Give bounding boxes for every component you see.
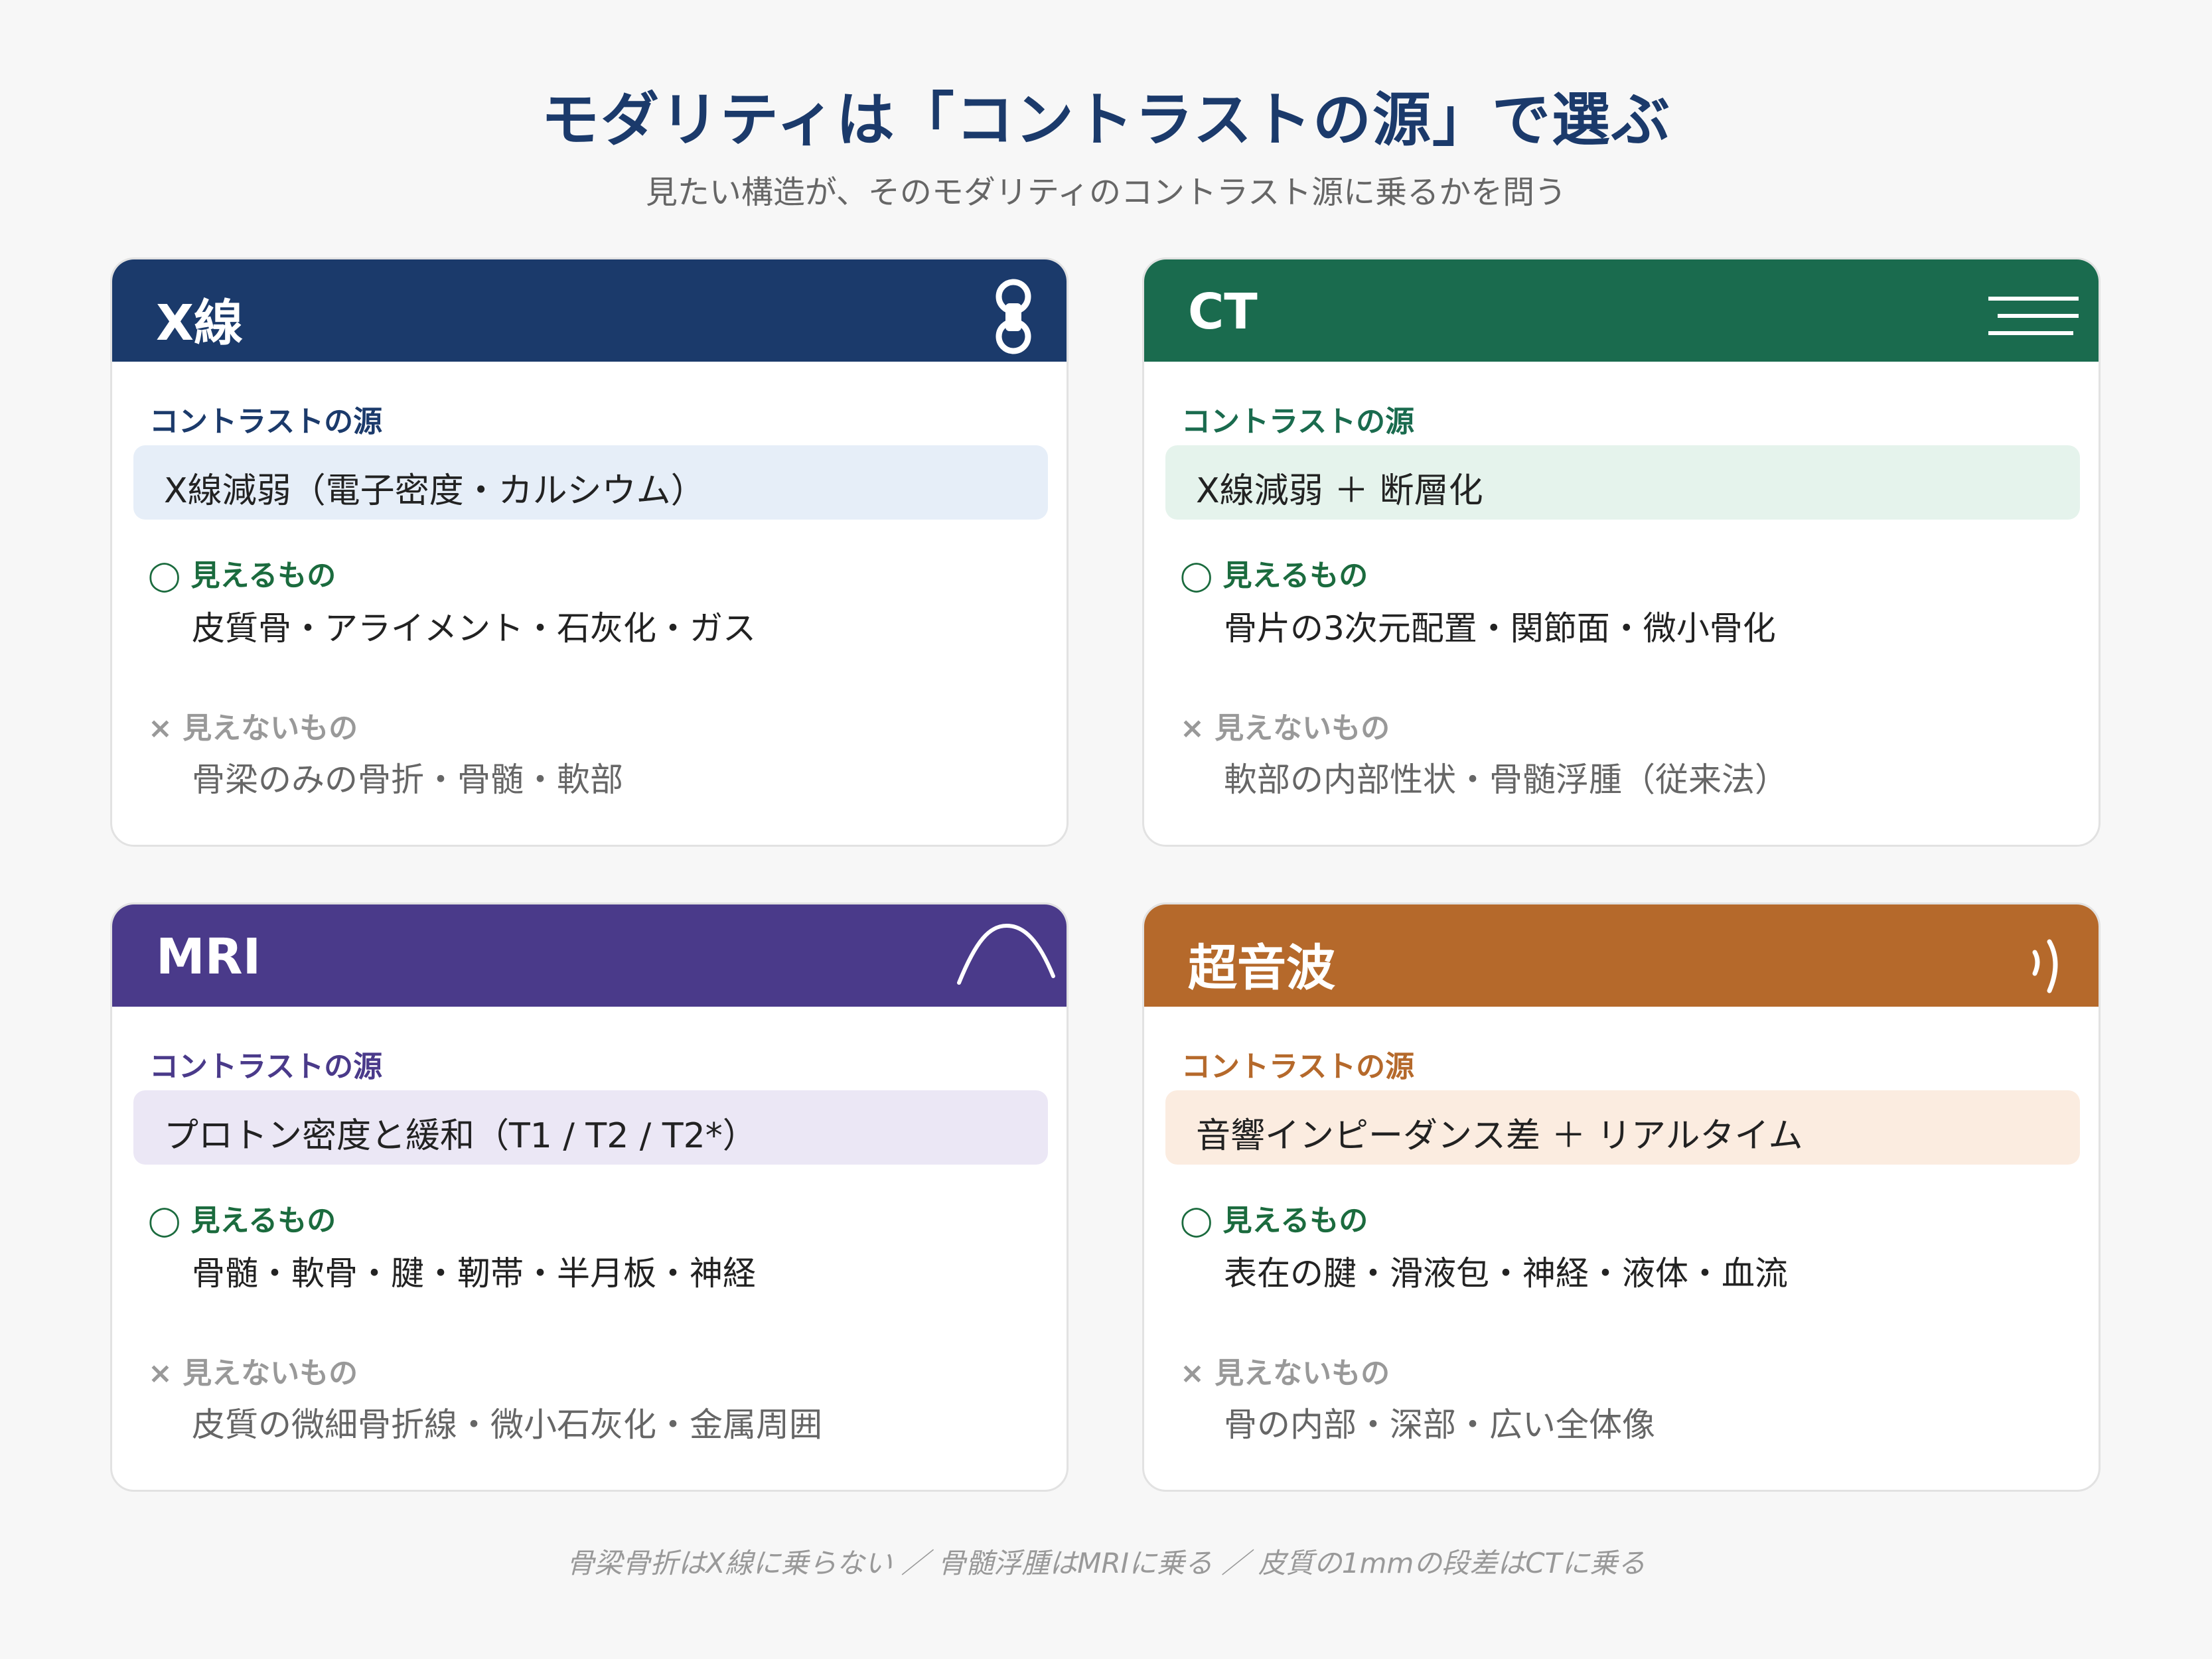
- visible-label-ct: ◯ 見えるもの: [1180, 559, 1368, 593]
- invisible-label-xray: × 見えないもの: [148, 711, 358, 745]
- invisible-label-ultrasound: × 見えないもの: [1180, 1356, 1390, 1390]
- card-header-ct: CT: [1144, 259, 2099, 362]
- source-text-mri: プロトン密度と緩和（T1 / T2 / T2*）: [164, 1116, 757, 1156]
- invisible-text-ultrasound: 骨の内部・深部・広い全体像: [1224, 1406, 1655, 1444]
- source-label-mri: コントラストの源: [149, 1050, 383, 1084]
- source-text-ct: X線減弱 ＋ 断層化: [1196, 471, 1483, 511]
- invisible-label-ct: × 見えないもの: [1180, 711, 1390, 745]
- source-box-ultrasound: 音響インピーダンス差 ＋ リアルタイム: [1165, 1090, 2080, 1165]
- visible-label-ultrasound: ◯ 見えるもの: [1180, 1204, 1368, 1238]
- visible-label-xray: ◯ 見えるもの: [148, 559, 336, 593]
- bone-icon: [995, 279, 1031, 354]
- page-subtitle: 見たい構造が、そのモダリティのコントラスト源に乗るかを問う: [645, 174, 1567, 211]
- invisible-text-mri: 皮質の微細骨折線・微小石灰化・金属周囲: [192, 1406, 822, 1444]
- sound-wave-icon: [2032, 939, 2058, 993]
- visible-text-mri: 骨髄・軟骨・腱・靭帯・半月板・神経: [192, 1254, 756, 1293]
- invisible-text-xray: 骨梁のみの骨折・骨髄・軟部: [192, 760, 623, 799]
- card-ct: CT コントラストの源 X線減弱 ＋ 断層化 ◯ 見えるもの 骨片の3次元配置・…: [1142, 257, 2101, 847]
- source-text-xray: X線減弱（電子密度・カルシウム）: [164, 471, 705, 511]
- visible-text-ultrasound: 表在の腱・滑液包・神経・液体・血流: [1224, 1254, 1788, 1293]
- card-title-mri: MRI: [156, 928, 261, 985]
- page-title: モダリティは「コントラストの源」で選ぶ: [541, 86, 1671, 154]
- visible-text-xray: 皮質骨・アライメント・石灰化・ガス: [192, 609, 756, 648]
- source-label-xray: コントラストの源: [149, 405, 383, 439]
- visible-text-ct: 骨片の3次元配置・関節面・微小骨化: [1224, 609, 1776, 648]
- footnote: 骨梁骨折はX線に乗らない ／ 骨髄浮腫はMRIに乗る ／ 皮質の1mmの段差はC…: [566, 1547, 1646, 1579]
- card-header-xray: X線: [112, 259, 1067, 362]
- visible-label-mri: ◯ 見えるもの: [148, 1204, 336, 1238]
- card-header-mri: MRI: [112, 904, 1067, 1007]
- signal-curve-icon: [957, 923, 1055, 985]
- card-title-ct: CT: [1188, 283, 1258, 340]
- card-xray: X線 コントラストの源 X線減弱（電子密度・カルシウム） ◯ 見えるもの 皮質骨…: [110, 257, 1069, 847]
- source-text-ultrasound: 音響インピーダンス差 ＋ リアルタイム: [1196, 1116, 1803, 1156]
- card-title-xray: X線: [156, 295, 244, 352]
- source-box-mri: プロトン密度と緩和（T1 / T2 / T2*）: [133, 1090, 1048, 1165]
- source-box-ct: X線減弱 ＋ 断層化: [1165, 445, 2080, 520]
- source-label-ct: コントラストの源: [1181, 405, 1415, 439]
- invisible-text-ct: 軟部の内部性状・骨髄浮腫（従来法）: [1224, 760, 1788, 799]
- slices-icon: [1988, 297, 2079, 335]
- card-header-ultrasound: 超音波: [1144, 904, 2099, 1007]
- card-mri: MRI コントラストの源 プロトン密度と緩和（T1 / T2 / T2*） ◯ …: [110, 902, 1069, 1492]
- invisible-label-mri: × 見えないもの: [148, 1356, 358, 1390]
- card-ultrasound: 超音波 コントラストの源 音響インピーダンス差 ＋ リアルタイム ◯ 見えるもの…: [1142, 902, 2101, 1492]
- source-label-ultrasound: コントラストの源: [1181, 1050, 1415, 1084]
- card-title-ultrasound: 超音波: [1188, 940, 1335, 997]
- source-box-xray: X線減弱（電子密度・カルシウム）: [133, 445, 1048, 520]
